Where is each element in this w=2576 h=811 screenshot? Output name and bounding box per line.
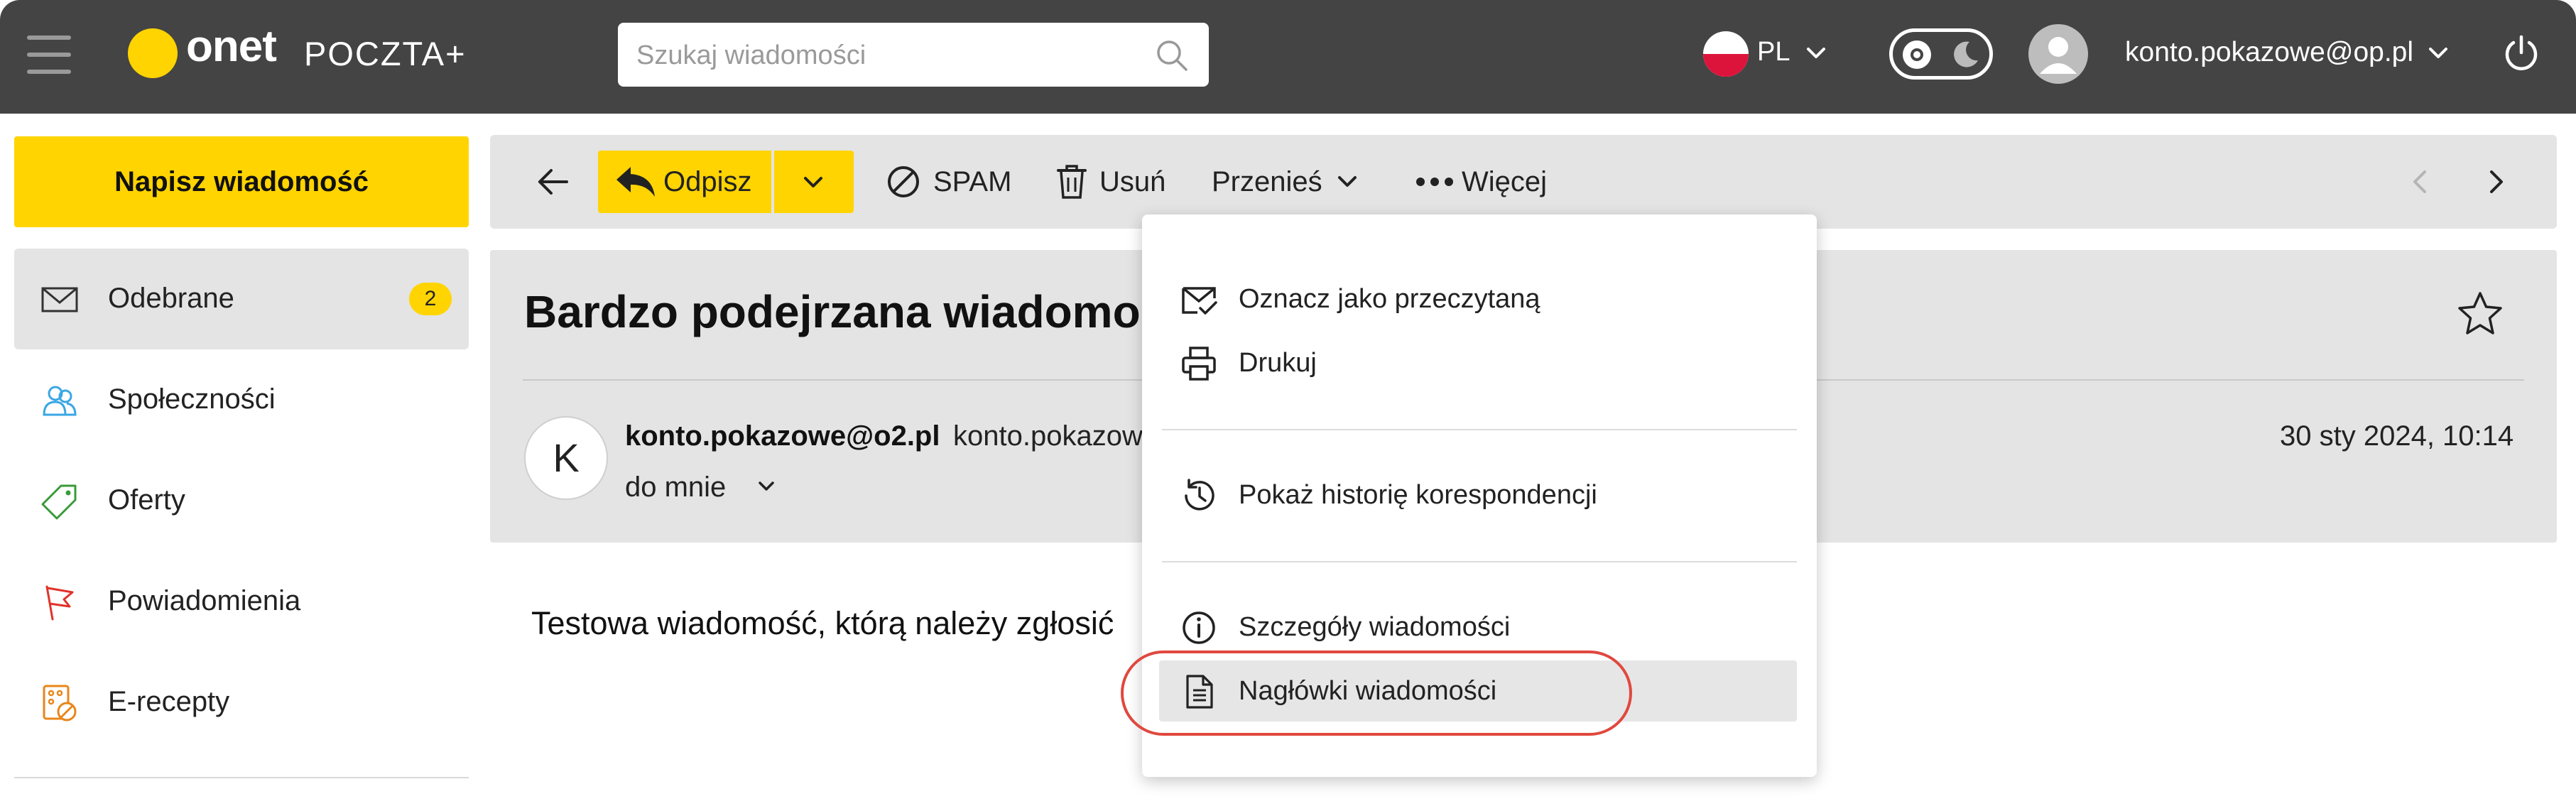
spam-label: SPAM <box>933 165 1012 197</box>
reply-button[interactable]: Odpisz <box>598 151 771 213</box>
back-button[interactable] <box>534 135 571 229</box>
moon-icon <box>1954 41 1978 67</box>
chevron-down-icon <box>1337 176 1357 187</box>
highlight-annotation <box>1121 651 1632 736</box>
pl-flag-icon[interactable] <box>1703 31 1749 77</box>
chevron-down-icon[interactable] <box>1803 40 1830 67</box>
arrow-left-icon <box>538 169 568 195</box>
message-subject: Bardzo podejrzana wiadomość <box>524 286 1191 337</box>
sidebar-item-label: Społeczności <box>108 383 276 415</box>
search-input[interactable] <box>635 23 1149 88</box>
menu-item-mark-as-read[interactable]: Oznacz jako przeczytaną <box>1159 268 1797 330</box>
menu-item-label: Pokaż historię korespondencji <box>1239 480 1597 510</box>
sidebar-item-label: Powiadomienia <box>108 585 301 616</box>
block-icon <box>888 166 919 197</box>
menu-item-message-details[interactable]: Szczegóły wiadomości <box>1159 597 1797 658</box>
recipient-label[interactable]: do mnie <box>625 472 726 504</box>
chevron-right-icon <box>2490 170 2503 193</box>
power-icon[interactable] <box>2500 33 2543 75</box>
sidebar-item-label: E-recepty <box>108 686 230 717</box>
delete-label: Usuń <box>1099 165 1166 197</box>
theme-toggle-icon[interactable] <box>1889 28 1993 80</box>
reply-options-button[interactable] <box>774 151 854 213</box>
printer-icon <box>1182 347 1216 381</box>
message-body: Testowa wiadomość, którą należy zgłosić <box>531 605 1114 641</box>
sidebar-item-label: Odebrane <box>108 283 234 314</box>
search-icon[interactable] <box>1155 38 1189 72</box>
more-label: Więcej <box>1462 165 1548 197</box>
onet-logo-dot <box>128 28 178 78</box>
menu-divider <box>1162 429 1797 430</box>
menu-item-print[interactable]: Drukuj <box>1159 332 1797 393</box>
info-icon <box>1183 611 1215 644</box>
community-people-icon <box>43 386 77 416</box>
menu-item-label: Drukuj <box>1239 348 1317 378</box>
menu-item-label: Oznacz jako przeczytaną <box>1239 284 1540 314</box>
message-date: 30 sty 2024, 10:14 <box>2280 420 2514 452</box>
sender-alias: konto.pokazow <box>953 420 1143 452</box>
sender-avatar: K <box>524 416 608 500</box>
reply-arrow-icon <box>616 167 655 197</box>
history-icon <box>1185 479 1214 511</box>
sidebar-divider <box>14 777 469 778</box>
reply-label: Odpisz <box>663 165 752 197</box>
menu-item-label: Szczegóły wiadomości <box>1239 612 1511 642</box>
sun-icon <box>1903 40 1931 69</box>
prescription-icon <box>43 685 77 722</box>
chevron-down-icon <box>804 177 822 187</box>
inbox-envelope-icon <box>41 287 78 312</box>
star-icon[interactable] <box>2456 290 2504 338</box>
menu-icon[interactable] <box>27 31 74 78</box>
tag-icon <box>41 484 77 520</box>
compose-button[interactable]: Napisz wiadomość <box>14 136 469 227</box>
chevron-down-icon[interactable] <box>2425 40 2452 67</box>
unread-count-badge: 2 <box>409 283 452 315</box>
sidebar-item-e-prescriptions[interactable]: E-recepty <box>14 652 469 753</box>
search-box <box>618 23 1209 88</box>
logo-word: onet <box>186 22 277 71</box>
previous-message-button[interactable] <box>2408 135 2433 229</box>
move-label: Przenieś <box>1212 165 1322 197</box>
trash-icon <box>1057 165 1087 199</box>
sidebar-item-offers[interactable]: Oferty <box>14 450 469 551</box>
logo-product: POCZTA+ <box>304 35 467 72</box>
avatar-icon[interactable] <box>2028 24 2088 84</box>
language-label[interactable]: PL <box>1757 37 1790 67</box>
sidebar-item-notifications[interactable]: Powiadomienia <box>14 551 469 652</box>
more-dots-icon <box>1416 178 1453 186</box>
chevron-down-icon[interactable] <box>754 474 778 499</box>
menu-item-correspondence-history[interactable]: Pokaż historię korespondencji <box>1159 464 1797 526</box>
sender-email[interactable]: konto.pokazowe@o2.pl <box>625 420 940 452</box>
menu-divider <box>1162 561 1797 562</box>
flag-icon <box>45 585 74 621</box>
chevron-left-icon <box>2413 170 2426 193</box>
sidebar-item-label: Oferty <box>108 484 185 516</box>
next-message-button[interactable] <box>2483 135 2509 229</box>
account-label[interactable]: konto.pokazowe@op.pl <box>2125 37 2413 68</box>
spam-button[interactable]: SPAM <box>885 135 1011 229</box>
mail-check-icon <box>1182 287 1217 315</box>
sidebar-item-communities[interactable]: Społeczności <box>14 349 469 450</box>
sidebar-item-inbox[interactable]: Odebrane 2 <box>14 249 469 349</box>
